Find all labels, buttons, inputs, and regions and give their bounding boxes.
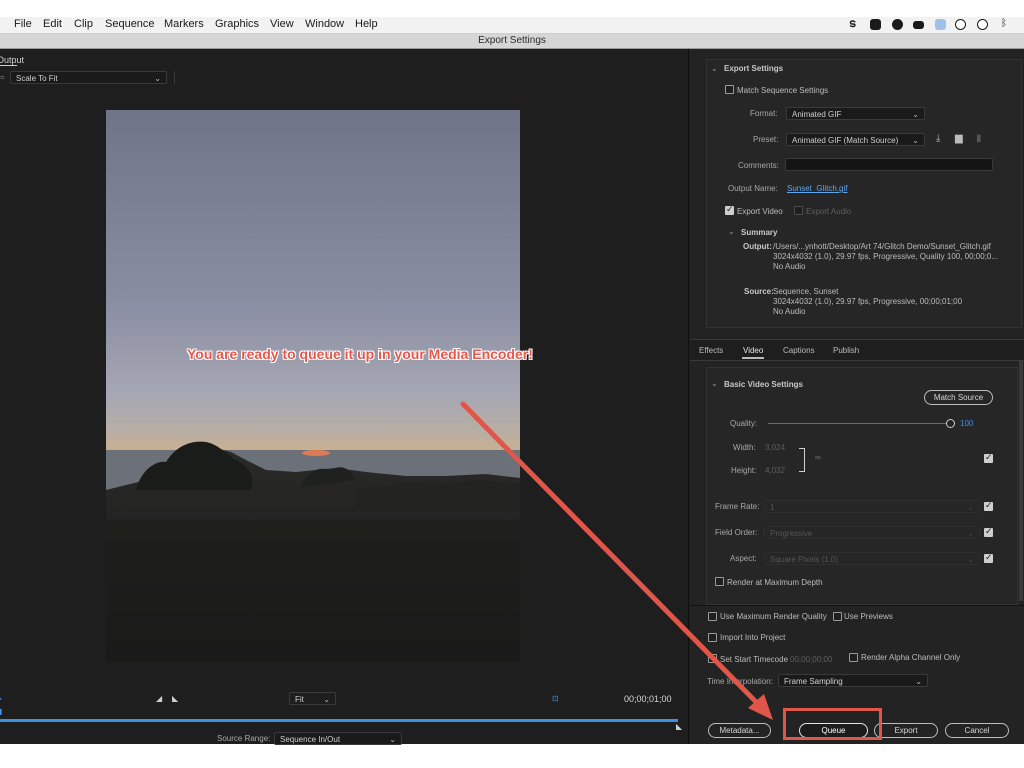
annotation-arrow [460,401,773,720]
